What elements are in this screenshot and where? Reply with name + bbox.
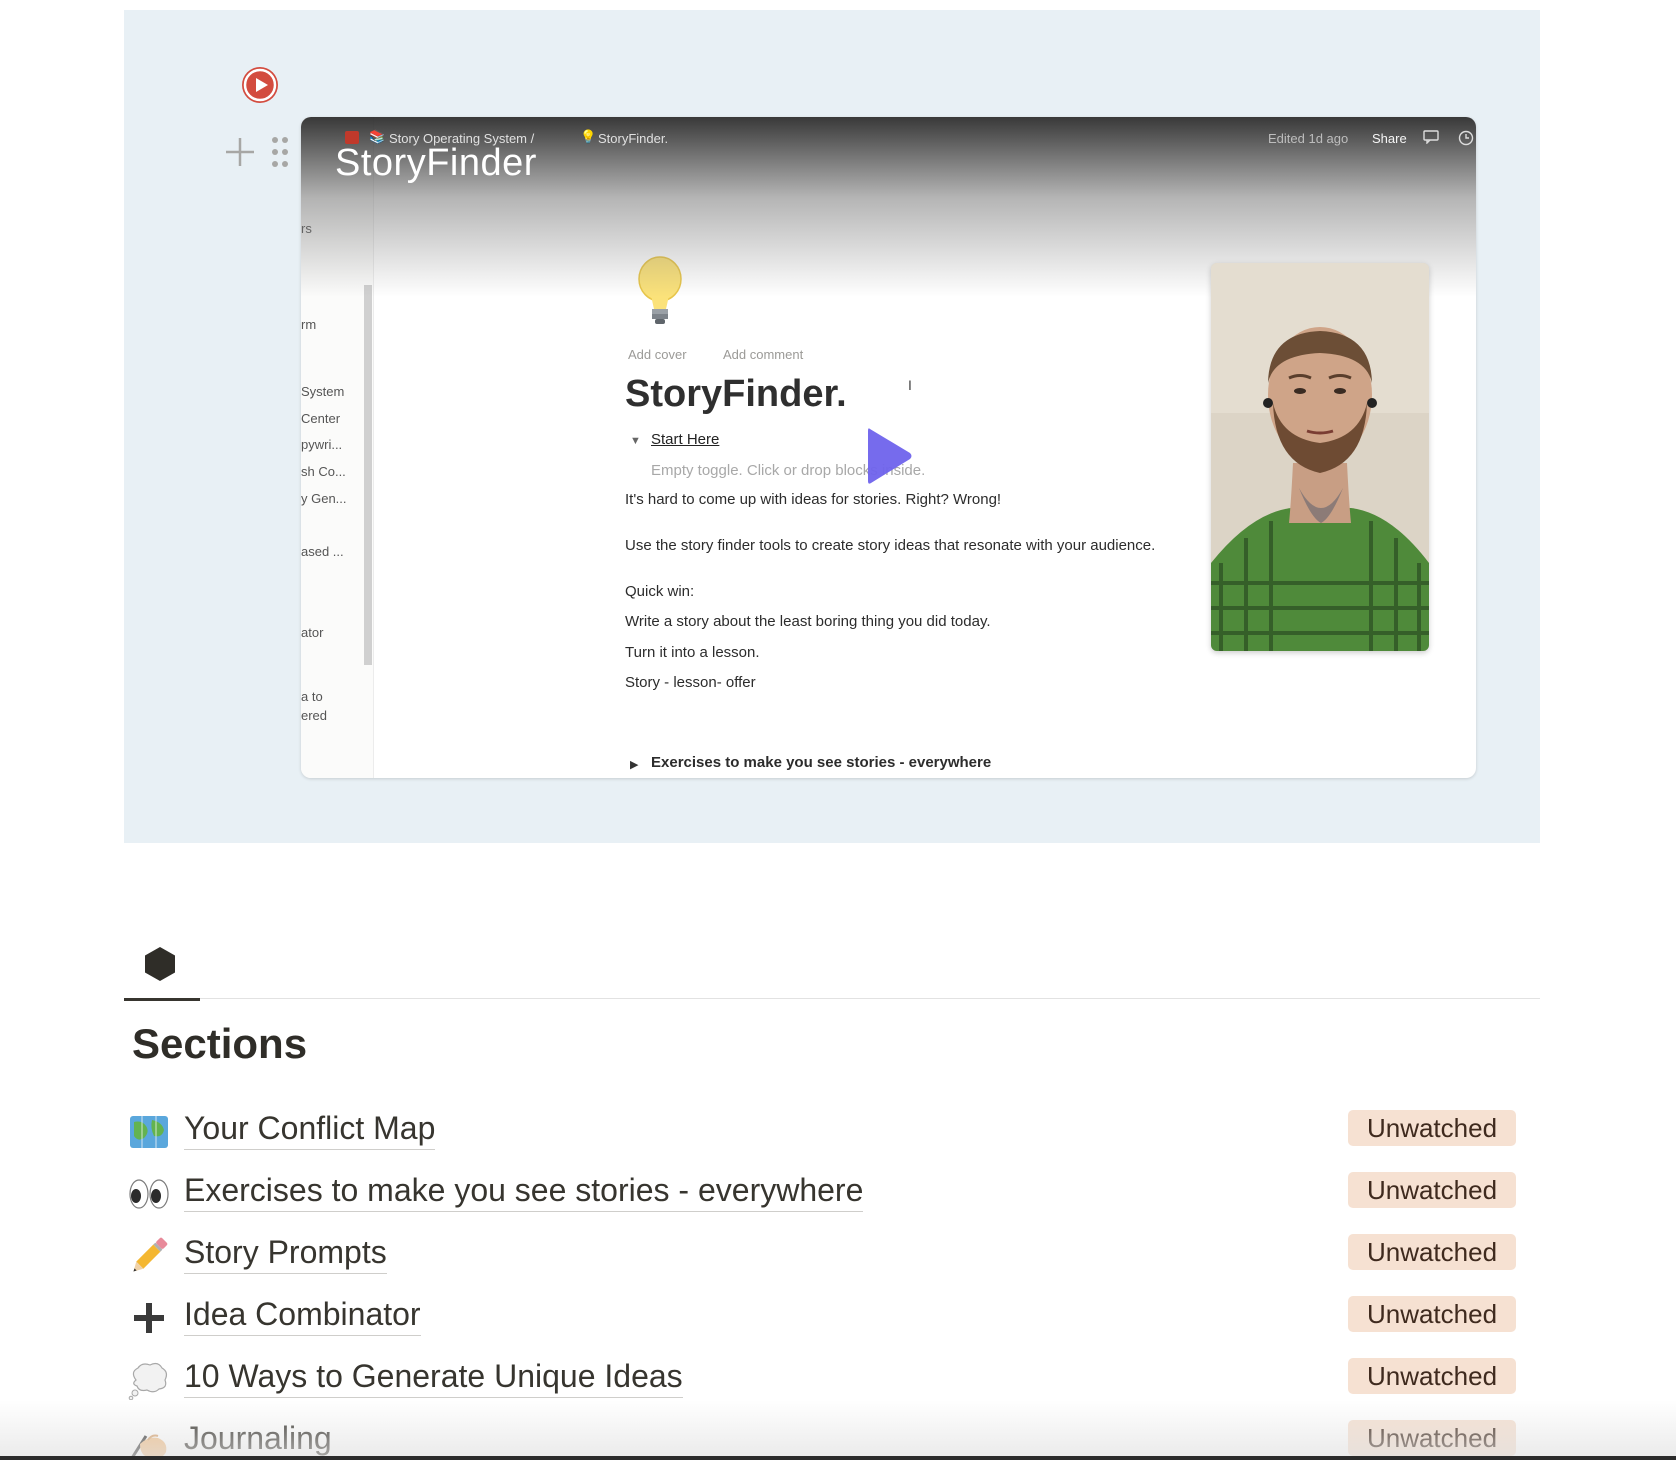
section-row[interactable]: Story Prompts Unwatched bbox=[128, 1230, 1518, 1278]
section-row[interactable]: Your Conflict Map Unwatched bbox=[128, 1106, 1518, 1154]
tab-bar bbox=[124, 930, 1540, 1001]
books-icon: 📚 bbox=[369, 129, 386, 144]
sections-heading: Sections bbox=[132, 1020, 308, 1067]
add-comment-label: Add comment bbox=[723, 347, 804, 362]
bulb-small-icon: 💡 bbox=[580, 129, 597, 144]
status-badge: Unwatched bbox=[1348, 1420, 1516, 1456]
plus-icon bbox=[134, 1303, 164, 1333]
pencil-icon bbox=[133, 1237, 168, 1272]
comment-icon bbox=[1423, 130, 1439, 144]
section-title[interactable]: Journaling bbox=[184, 1420, 332, 1460]
webcam-bubble bbox=[1211, 263, 1429, 651]
tab-hexagon[interactable] bbox=[124, 930, 200, 1001]
thought-bubble-icon bbox=[128, 1362, 168, 1400]
status-badge: Unwatched bbox=[1348, 1172, 1516, 1208]
content-line: Use the story finder tools to create sto… bbox=[625, 537, 1156, 554]
status-badge: Unwatched bbox=[1348, 1296, 1516, 1332]
status-badge: Unwatched bbox=[1348, 1234, 1516, 1270]
drag-handle-icon[interactable] bbox=[270, 134, 290, 170]
video-player[interactable]: StoryFinder 📚 Story Operating System / 💡… bbox=[301, 117, 1476, 778]
status-badge: Unwatched bbox=[1348, 1358, 1516, 1394]
toggle-closed-icon: ▶ bbox=[630, 759, 639, 771]
sidebar-item: System bbox=[301, 384, 345, 399]
sidebar-item: ered bbox=[301, 708, 328, 723]
app-badge-icon bbox=[345, 131, 359, 144]
presenter-image bbox=[1211, 263, 1429, 651]
breadcrumb-parent: Story Operating System / bbox=[389, 131, 535, 146]
section-title[interactable]: Exercises to make you see stories - ever… bbox=[184, 1172, 864, 1212]
add-block-icon[interactable] bbox=[220, 132, 260, 172]
share-label: Share bbox=[1372, 131, 1407, 146]
content-line: Quick win: bbox=[625, 583, 695, 600]
video-embed-block[interactable]: StoryFinder 📚 Story Operating System / 💡… bbox=[124, 10, 1540, 843]
section-title[interactable]: Idea Combinator bbox=[184, 1296, 421, 1336]
sidebar-item: y Gen... bbox=[301, 491, 347, 506]
sidebar-item: a to bbox=[301, 689, 323, 704]
bottom-edge bbox=[0, 1456, 1676, 1460]
section-title[interactable]: Story Prompts bbox=[184, 1234, 387, 1274]
content-line: It's hard to come up with ideas for stor… bbox=[625, 491, 1002, 508]
section-row[interactable]: 10 Ways to Generate Unique Ideas Unwatch… bbox=[128, 1354, 1518, 1402]
exercises-toggle: Exercises to make you see stories - ever… bbox=[651, 754, 992, 771]
sidebar-scrollbar bbox=[364, 285, 372, 665]
add-cover-label: Add cover bbox=[628, 347, 687, 362]
section-row[interactable]: Exercises to make you see stories - ever… bbox=[128, 1168, 1518, 1216]
content-line: Story - lesson- offer bbox=[625, 674, 756, 691]
recorded-page-topbar: 📚 Story Operating System / 💡 StoryFinder… bbox=[301, 129, 1476, 149]
section-title[interactable]: Your Conflict Map bbox=[184, 1110, 436, 1150]
play-button-icon[interactable] bbox=[864, 425, 914, 487]
map-icon bbox=[130, 1116, 168, 1148]
content-line: Write a story about the least boring thi… bbox=[625, 613, 991, 630]
breadcrumb-current: StoryFinder. bbox=[598, 131, 669, 146]
sidebar-item: rm bbox=[301, 317, 317, 332]
section-title[interactable]: 10 Ways to Generate Unique Ideas bbox=[184, 1358, 683, 1398]
start-here-toggle: Start Here bbox=[651, 431, 720, 448]
status-badge: Unwatched bbox=[1348, 1110, 1516, 1146]
sidebar-item: Center bbox=[301, 411, 341, 426]
recorded-page-heading: StoryFinder. bbox=[625, 373, 847, 415]
hexagon-icon bbox=[145, 947, 175, 981]
text-cursor-icon: I bbox=[908, 377, 912, 393]
edited-timestamp: Edited 1d ago bbox=[1268, 131, 1349, 146]
sidebar-item: sh Co... bbox=[301, 464, 346, 479]
sidebar-item: ator bbox=[301, 625, 324, 640]
clock-icon bbox=[1458, 130, 1474, 146]
block-handles bbox=[220, 132, 290, 172]
eyes-icon bbox=[129, 1179, 169, 1209]
sidebar-item: ased ... bbox=[301, 544, 344, 559]
loom-play-icon[interactable] bbox=[242, 67, 278, 103]
section-row[interactable]: Idea Combinator Unwatched bbox=[128, 1292, 1518, 1340]
toggle-open-icon: ▼ bbox=[630, 435, 641, 447]
content-line: Turn it into a lesson. bbox=[625, 644, 760, 661]
sidebar-item: pywri... bbox=[301, 437, 343, 452]
